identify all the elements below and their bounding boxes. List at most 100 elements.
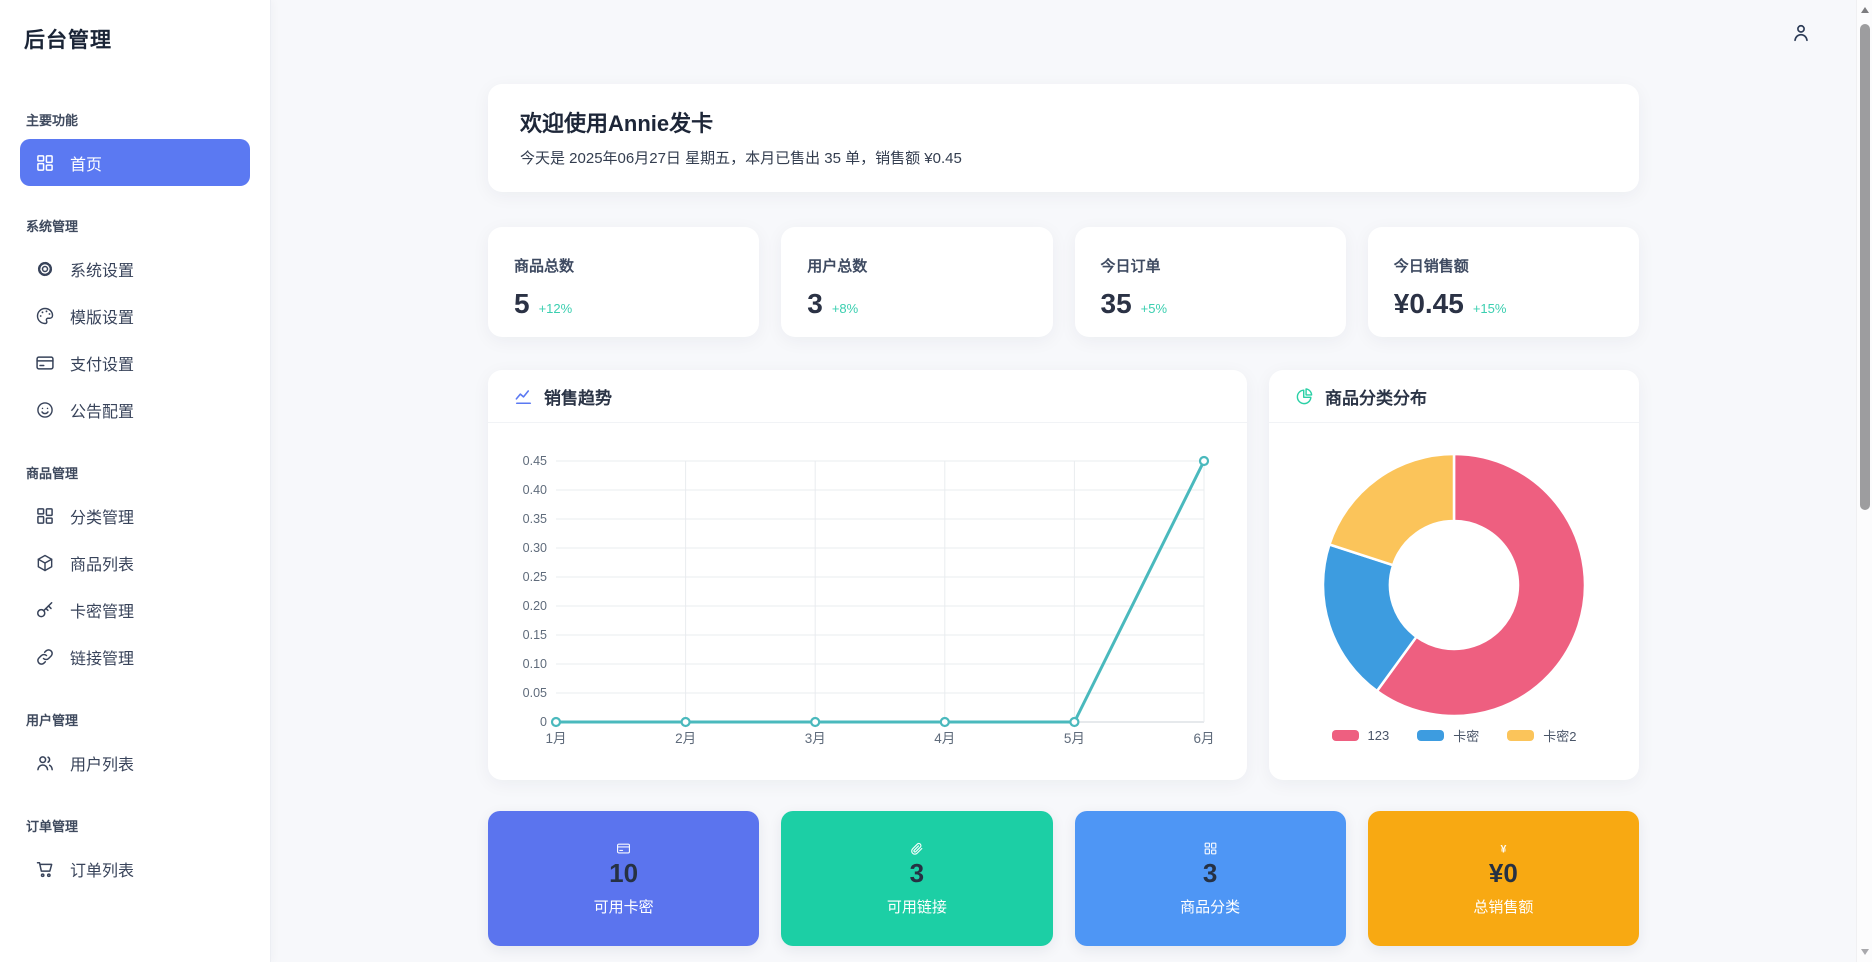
- svg-text:¥: ¥: [1500, 843, 1506, 855]
- stat-label: 今日订单: [1100, 258, 1161, 275]
- sidebar-item-system-settings[interactable]: 系统设置: [20, 245, 250, 292]
- svg-text:0.30: 0.30: [523, 541, 547, 555]
- stat-value: 5: [514, 288, 530, 319]
- stat-value: 35: [1100, 288, 1132, 319]
- svg-text:0.45: 0.45: [523, 454, 547, 468]
- legend-label: 123: [1367, 728, 1390, 743]
- sidebar-section-label: 订单管理: [26, 819, 79, 834]
- stat-label: 商品总数: [514, 258, 575, 275]
- sidebar-item-label: 首页: [70, 156, 103, 174]
- sidebar-item-home[interactable]: 首页: [20, 139, 250, 186]
- summary-value: ¥0: [1488, 858, 1518, 888]
- svg-text:0.25: 0.25: [523, 570, 547, 584]
- summary-card-available-card-keys: 10 可用卡密: [488, 811, 760, 946]
- svg-text:0.10: 0.10: [523, 657, 547, 671]
- app-title: 后台管理: [24, 29, 112, 52]
- sidebar-nav: 主要功能 首页 系统管理 系统设置 模版设置 支付设置 公告配置 商品管理 分类管理 商品列表 卡密…: [0, 110, 270, 892]
- sidebar-item-label: 公告配置: [70, 403, 135, 421]
- welcome-title: 欢迎使用Annie发卡: [520, 111, 714, 136]
- svg-text:4月: 4月: [934, 731, 955, 746]
- key-icon: [35, 600, 55, 620]
- stat-delta: +12%: [538, 301, 573, 316]
- scrollbar[interactable]: [1856, 0, 1872, 962]
- sidebar: 后台管理 主要功能 首页 系统管理 系统设置 模版设置 支付设置 公告配置 商品管理 分类管理商…: [0, 0, 271, 962]
- credit-card-icon: [616, 841, 631, 856]
- sales-trend-chart: 0 0.05 0.10 0.15 0.20 0.25 0.30 0.35 0.40 0.45 1月 2…: [488, 423, 1247, 779]
- sidebar-item-link-management[interactable]: 链接管理: [20, 633, 250, 680]
- smiley-icon: [35, 400, 55, 420]
- sidebar-item-announcement-config[interactable]: 公告配置: [20, 386, 250, 433]
- grid-icon: [35, 506, 55, 526]
- palette-icon: [35, 306, 55, 326]
- scroll-down-arrow-icon[interactable]: [1857, 944, 1872, 960]
- box-icon: [35, 553, 55, 573]
- svg-text:2月: 2月: [675, 731, 696, 746]
- legend-label: 卡密2: [1543, 729, 1577, 744]
- stat-value: 3: [807, 288, 823, 319]
- sidebar-item-label: 订单列表: [70, 862, 135, 880]
- line-chart-icon: [514, 387, 533, 406]
- user-icon: [1790, 24, 1812, 48]
- svg-text:0.05: 0.05: [523, 686, 547, 700]
- stat-delta: +8%: [831, 301, 859, 316]
- legend-item-123[interactable]: 123: [1331, 726, 1390, 745]
- summary-card-product-categories: 3 商品分类: [1074, 811, 1346, 946]
- svg-text:1月: 1月: [545, 731, 566, 746]
- user-menu-button[interactable]: [1790, 22, 1816, 48]
- summary-value: 3: [1202, 858, 1218, 888]
- sidebar-item-template-settings[interactable]: 模版设置: [20, 292, 250, 339]
- sidebar-item-user-list[interactable]: 用户列表: [20, 739, 250, 786]
- stat-card-sales-today: 今日销售额 ¥0.45 +15%: [1367, 227, 1639, 337]
- category-distribution-title: 商品分类分布: [1325, 388, 1427, 408]
- sidebar-item-label: 用户列表: [70, 756, 135, 774]
- summary-card-total-sales: ¥ ¥0 总销售额: [1367, 811, 1639, 946]
- svg-text:6月: 6月: [1193, 731, 1214, 746]
- link-icon: [35, 647, 55, 667]
- sidebar-item-label: 模版设置: [70, 309, 135, 327]
- sidebar-item-label: 系统设置: [70, 262, 135, 280]
- svg-text:0.20: 0.20: [523, 599, 547, 613]
- scroll-up-arrow-icon[interactable]: [1857, 2, 1872, 18]
- scrollbar-thumb[interactable]: [1860, 24, 1870, 510]
- sidebar-item-category-management[interactable]: 分类管理: [20, 492, 250, 539]
- legend-item-卡密[interactable]: 卡密: [1417, 726, 1479, 745]
- sidebar-item-card-key-management[interactable]: 卡密管理: [20, 586, 250, 633]
- main-area: 欢迎使用Annie发卡 今天是 2025年06月27日 星期五，本月已售出 35…: [271, 0, 1856, 962]
- summary-row: 10 可用卡密 3 可用链接 3 商品分类 ¥ ¥0 总销售额: [488, 811, 1639, 946]
- svg-text:0.35: 0.35: [523, 512, 547, 526]
- stat-card-orders-today: 今日订单 35 +5%: [1074, 227, 1346, 337]
- cart-icon: [35, 859, 55, 879]
- summary-card-available-links: 3 可用链接: [781, 811, 1053, 946]
- sidebar-section-label: 主要功能: [26, 113, 79, 128]
- legend-item-卡密2[interactable]: 卡密2: [1507, 726, 1576, 745]
- category-pie-chart: 123 卡密 卡密2: [1269, 423, 1639, 779]
- paperclip-icon: [909, 841, 924, 856]
- sales-trend-card: 销售趋势 0 0.05 0.10 0.15 0.20 0.25 0.30 0.35 0.40 0.…: [488, 370, 1247, 780]
- stat-card-users-total: 用户总数 3 +8%: [781, 227, 1053, 337]
- stat-card-products-total: 商品总数 5 +12%: [488, 227, 760, 337]
- users-icon: [35, 753, 55, 773]
- legend-swatch: [1507, 730, 1535, 741]
- sidebar-item-label: 商品列表: [70, 556, 135, 574]
- charts-row: 销售趋势 0 0.05 0.10 0.15 0.20 0.25 0.30 0.35 0.40 0.…: [488, 370, 1639, 780]
- summary-value: 3: [909, 858, 925, 888]
- gear-icon: [35, 259, 55, 279]
- stat-value: ¥0.45: [1393, 288, 1464, 319]
- sidebar-item-label: 分类管理: [70, 509, 135, 527]
- legend-swatch: [1417, 730, 1445, 741]
- sidebar-item-order-list[interactable]: 订单列表: [20, 845, 250, 892]
- summary-label: 可用链接: [886, 899, 947, 916]
- welcome-subtitle: 今天是 2025年06月27日 星期五，本月已售出 35 单，销售额 ¥0.45: [520, 150, 962, 167]
- sidebar-section-label: 系统管理: [26, 219, 79, 234]
- pie-legend: 123 卡密 卡密2: [1269, 726, 1639, 745]
- summary-value: 10: [609, 858, 639, 888]
- stat-delta: +15%: [1472, 301, 1507, 316]
- sidebar-item-product-list[interactable]: 商品列表: [20, 539, 250, 586]
- svg-text:0.40: 0.40: [523, 483, 547, 497]
- sidebar-section-label: 用户管理: [26, 713, 79, 728]
- legend-swatch: [1331, 730, 1359, 741]
- sidebar-item-payment-settings[interactable]: 支付设置: [20, 339, 250, 386]
- category-distribution-card: 商品分类分布 123 卡密 卡密2: [1269, 370, 1639, 780]
- category-distribution-header: 商品分类分布: [1269, 370, 1639, 423]
- sidebar-item-label: 支付设置: [70, 356, 135, 374]
